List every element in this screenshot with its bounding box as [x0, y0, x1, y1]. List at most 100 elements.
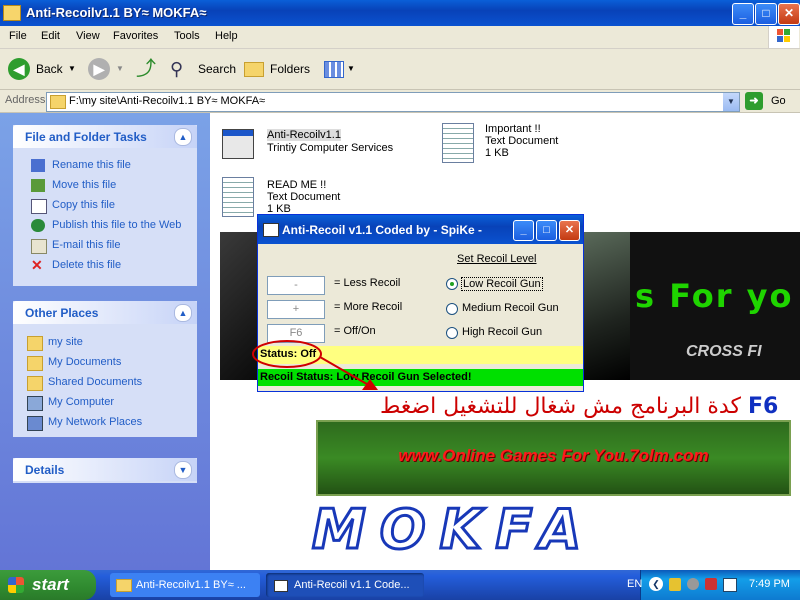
file-anti-recoil-exe[interactable]: Anti-Recoilv1.1 Trintiy Computer Service…: [218, 125, 398, 165]
less-recoil-label: = Less Recoil: [334, 277, 401, 289]
task-pane: File and Folder Tasks ▲ Rename this file…: [0, 113, 210, 570]
folders-button[interactable]: Folders: [244, 57, 310, 81]
up-folder-button[interactable]: ⤴: [136, 57, 160, 81]
language-indicator[interactable]: EN: [627, 578, 642, 590]
banner-text: s For yo: [635, 277, 794, 315]
menu-edit[interactable]: Edit: [41, 30, 60, 42]
go-button[interactable]: ➜ Go: [745, 92, 795, 110]
app-icon: [263, 223, 279, 237]
minimize-button[interactable]: _: [732, 3, 754, 25]
system-tray: EN ❮ 7:49 PM: [627, 570, 800, 600]
crossfire-logo: CROSS FI: [686, 343, 762, 360]
file-readme-txt[interactable]: READ ME !! Text Document 1 KB: [218, 175, 348, 219]
radio-medium-recoil[interactable]: Medium Recoil Gun: [446, 302, 559, 316]
tray-alert-icon[interactable]: [705, 578, 717, 590]
menu-help[interactable]: Help: [215, 30, 238, 42]
dialog-maximize-button[interactable]: □: [536, 220, 557, 241]
chevron-down-icon[interactable]: ▼: [347, 57, 355, 81]
back-button[interactable]: ◀ Back ▼: [8, 57, 78, 81]
folder-icon: [116, 579, 132, 592]
computer-icon: [27, 396, 43, 411]
views-button[interactable]: ▼: [322, 57, 356, 81]
copy-icon: [31, 199, 47, 214]
chevron-down-icon[interactable]: ▼: [116, 57, 124, 81]
menu-favorites[interactable]: Favorites: [113, 30, 158, 42]
file-folder-tasks-header[interactable]: File and Folder Tasks ▲: [13, 125, 197, 148]
f6-key-label: F6: [747, 394, 779, 419]
windows-flag-icon: [8, 577, 24, 593]
dialog-minimize-button[interactable]: _: [513, 220, 534, 241]
app-icon: [274, 580, 288, 592]
folder-icon: [244, 62, 264, 77]
taskbar: start Anti-Recoilv1.1 BY≈ ... Anti-Recoi…: [0, 570, 800, 600]
search-button[interactable]: ⚲ Search: [170, 57, 238, 81]
address-label: Address: [5, 94, 46, 106]
network-icon: [27, 416, 43, 431]
folder-icon: [27, 336, 43, 351]
address-bar: Address F:\my site\Anti-Recoilv1.1 BY≈ M…: [0, 90, 800, 113]
folder-icon: [50, 95, 66, 109]
shared-folder-icon: [27, 376, 43, 391]
clock[interactable]: 7:49 PM: [749, 578, 790, 590]
radio-button: [446, 303, 458, 315]
other-places-panel: Other Places ▲ my site My Documents Shar…: [13, 301, 197, 437]
my-documents-icon: [27, 356, 43, 371]
views-icon: [324, 61, 344, 78]
globe-icon: [31, 219, 45, 232]
maximize-button[interactable]: □: [755, 3, 777, 25]
back-arrow-icon: ◀: [8, 58, 30, 80]
search-icon: ⚲: [170, 59, 184, 79]
taskbar-item-anti-recoil[interactable]: Anti-Recoil v1.1 Code...: [266, 573, 424, 597]
menu-tools[interactable]: Tools: [174, 30, 200, 42]
dialog-close-button[interactable]: ✕: [559, 220, 580, 241]
file-folder-tasks-panel: File and Folder Tasks ▲ Rename this file…: [13, 125, 197, 286]
radio-button: [446, 327, 458, 339]
radio-button: [446, 278, 458, 290]
less-recoil-key-field[interactable]: -: [267, 276, 325, 295]
start-button[interactable]: start: [0, 570, 96, 600]
text-document-icon: [222, 177, 254, 217]
menu-bar: File Edit View Favorites Tools Help: [0, 26, 800, 49]
address-input[interactable]: F:\my site\Anti-Recoilv1.1 BY≈ MOKFA≈ ▼: [46, 92, 740, 112]
collapse-chevron-icon[interactable]: ▲: [174, 304, 192, 322]
file-important-txt[interactable]: Important !! Text Document 1 KB: [438, 121, 568, 165]
radio-low-recoil[interactable]: Low Recoil Gun: [446, 277, 546, 291]
tray-app-icon[interactable]: [687, 578, 699, 590]
menu-file[interactable]: File: [9, 30, 27, 42]
show-hidden-icons-icon[interactable]: ❮: [649, 577, 663, 591]
security-shield-icon[interactable]: [669, 578, 681, 591]
folder-icon: [3, 5, 21, 21]
arabic-instruction: كدة البرنامج مش شغال للتشغيل اضغط F6: [380, 394, 779, 419]
rename-icon: [31, 159, 45, 172]
address-dropdown-chevron-icon[interactable]: ▼: [723, 93, 739, 111]
email-icon: [31, 239, 47, 254]
up-arrow-icon: ⤴: [136, 58, 156, 80]
forward-arrow-icon: ▶: [88, 58, 110, 80]
website-url-text: www.Online Games For You.7olm.com: [398, 446, 709, 465]
dialog-title-bar[interactable]: Anti-Recoil v1.1 Coded by - SpiKe - _ □ …: [258, 215, 583, 244]
mokfa-logo-text: MOKFA: [310, 497, 596, 563]
expand-chevron-icon[interactable]: ▼: [174, 461, 192, 479]
forward-button[interactable]: ▶ ▼: [88, 57, 128, 81]
menu-view[interactable]: View: [76, 30, 100, 42]
window-title-bar[interactable]: Anti-Recoilv1.1 BY≈ MOKFA≈ _ □ ✕: [0, 0, 800, 26]
move-icon: [31, 179, 45, 192]
text-document-icon: [442, 123, 474, 163]
close-button[interactable]: ✕: [778, 3, 800, 25]
address-value: F:\my site\Anti-Recoilv1.1 BY≈ MOKFA≈: [69, 95, 266, 107]
application-icon: [222, 129, 254, 159]
delete-x-icon: ✕: [31, 257, 43, 273]
radio-high-recoil[interactable]: High Recoil Gun: [446, 326, 546, 340]
volume-icon[interactable]: [723, 578, 737, 592]
windows-logo-icon: [768, 26, 799, 48]
more-recoil-label: = More Recoil: [334, 301, 403, 313]
details-header[interactable]: Details ▼: [13, 458, 197, 481]
window-title: Anti-Recoilv1.1 BY≈ MOKFA≈: [26, 5, 207, 20]
recoil-level-heading: Set Recoil Level: [457, 253, 537, 265]
taskbar-item-explorer[interactable]: Anti-Recoilv1.1 BY≈ ...: [110, 573, 260, 597]
other-places-header[interactable]: Other Places ▲: [13, 301, 197, 324]
collapse-chevron-icon[interactable]: ▲: [174, 128, 192, 146]
annotation-arrow: [252, 340, 378, 390]
more-recoil-key-field[interactable]: +: [267, 300, 325, 319]
chevron-down-icon[interactable]: ▼: [68, 57, 76, 81]
